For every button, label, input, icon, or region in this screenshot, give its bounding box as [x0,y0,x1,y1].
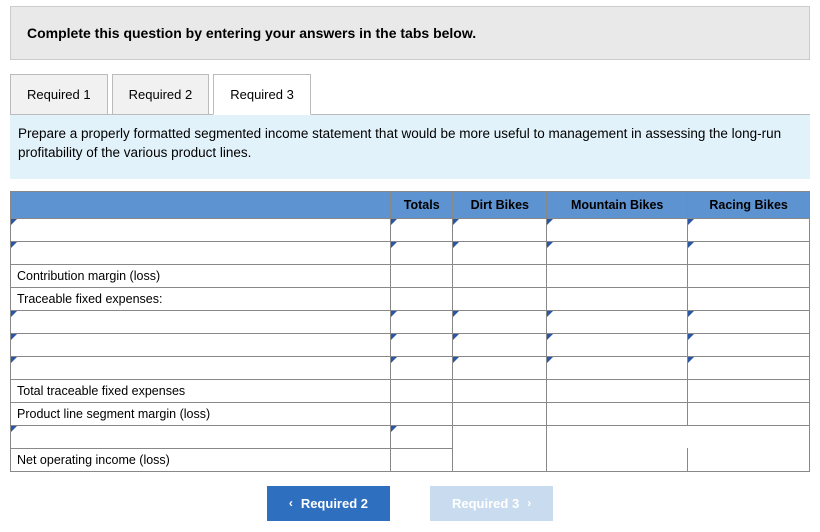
row-label-dropdown[interactable] [11,356,391,379]
cell-racing[interactable] [688,287,810,310]
header-dirt-bikes: Dirt Bikes [453,191,547,218]
chevron-right-icon: › [527,496,531,510]
row-label-dropdown[interactable] [11,333,391,356]
table-row: Product line segment margin (loss) [11,402,810,425]
row-label-dropdown[interactable] [11,425,391,448]
tabs: Required 1 Required 2 Required 3 [10,74,810,115]
cell-totals[interactable] [391,402,453,425]
cell-totals[interactable] [391,310,453,333]
table-row [11,218,810,241]
cell-totals[interactable] [391,264,453,287]
cell-empty [547,425,688,448]
cell-dirt[interactable] [453,310,547,333]
cell-empty [688,448,810,471]
cell-mountain[interactable] [547,356,688,379]
tab-required-1[interactable]: Required 1 [10,74,108,115]
cell-totals[interactable] [391,218,453,241]
cell-mountain[interactable] [547,264,688,287]
prompt-box: Prepare a properly formatted segmented i… [10,114,810,179]
tab-required-3[interactable]: Required 3 [213,74,311,115]
cell-mountain[interactable] [547,241,688,264]
cell-dirt[interactable] [453,287,547,310]
cell-dirt[interactable] [453,264,547,287]
prev-button[interactable]: ‹ Required 2 [267,486,390,521]
table-row: Contribution margin (loss) [11,264,810,287]
tab-label: Required 2 [129,87,193,102]
cell-totals[interactable] [391,333,453,356]
cell-dirt[interactable] [453,333,547,356]
cell-racing[interactable] [688,402,810,425]
prompt-text: Prepare a properly formatted segmented i… [18,126,781,160]
cell-racing[interactable] [688,356,810,379]
cell-empty [453,448,547,471]
cell-dirt[interactable] [453,356,547,379]
table-row: Net operating income (loss) [11,448,810,471]
cell-racing[interactable] [688,264,810,287]
cell-totals[interactable] [391,448,453,471]
cell-totals[interactable] [391,241,453,264]
cell-totals[interactable] [391,356,453,379]
nav-buttons: ‹ Required 2 Required 3 › [10,486,810,521]
instruction-text: Complete this question by entering your … [27,25,476,41]
cell-mountain[interactable] [547,402,688,425]
table-row: Total traceable fixed expenses [11,379,810,402]
row-label-dropdown[interactable] [11,218,391,241]
cell-mountain[interactable] [547,218,688,241]
cell-racing[interactable] [688,218,810,241]
row-traceable-header: Traceable fixed expenses: [11,287,391,310]
row-contribution-margin: Contribution margin (loss) [11,264,391,287]
cell-racing[interactable] [688,379,810,402]
instruction-bar: Complete this question by entering your … [10,6,810,60]
table-row [11,425,810,448]
row-label-dropdown[interactable] [11,310,391,333]
next-label: Required 3 [452,496,519,511]
cell-empty [547,448,688,471]
income-statement-table: Totals Dirt Bikes Mountain Bikes Racing … [10,191,810,472]
cell-mountain[interactable] [547,287,688,310]
tab-required-2[interactable]: Required 2 [112,74,210,115]
cell-racing[interactable] [688,241,810,264]
cell-dirt[interactable] [453,379,547,402]
cell-dirt[interactable] [453,218,547,241]
chevron-left-icon: ‹ [289,496,293,510]
table-row [11,333,810,356]
cell-totals[interactable] [391,287,453,310]
next-button[interactable]: Required 3 › [430,486,553,521]
header-blank [11,191,391,218]
table-row: Traceable fixed expenses: [11,287,810,310]
prev-label: Required 2 [301,496,368,511]
row-segment-margin: Product line segment margin (loss) [11,402,391,425]
header-mountain-bikes: Mountain Bikes [547,191,688,218]
row-total-traceable: Total traceable fixed expenses [11,379,391,402]
cell-mountain[interactable] [547,333,688,356]
cell-totals[interactable] [391,379,453,402]
cell-dirt[interactable] [453,402,547,425]
table-row [11,310,810,333]
cell-dirt[interactable] [453,241,547,264]
cell-empty [688,425,810,448]
tab-label: Required 1 [27,87,91,102]
tab-label: Required 3 [230,87,294,102]
cell-totals[interactable] [391,425,453,448]
table-row [11,241,810,264]
cell-racing[interactable] [688,333,810,356]
header-totals: Totals [391,191,453,218]
cell-mountain[interactable] [547,310,688,333]
row-net-operating: Net operating income (loss) [11,448,391,471]
table-row [11,356,810,379]
row-label-dropdown[interactable] [11,241,391,264]
header-racing-bikes: Racing Bikes [688,191,810,218]
cell-empty [453,425,547,448]
cell-mountain[interactable] [547,379,688,402]
cell-racing[interactable] [688,310,810,333]
